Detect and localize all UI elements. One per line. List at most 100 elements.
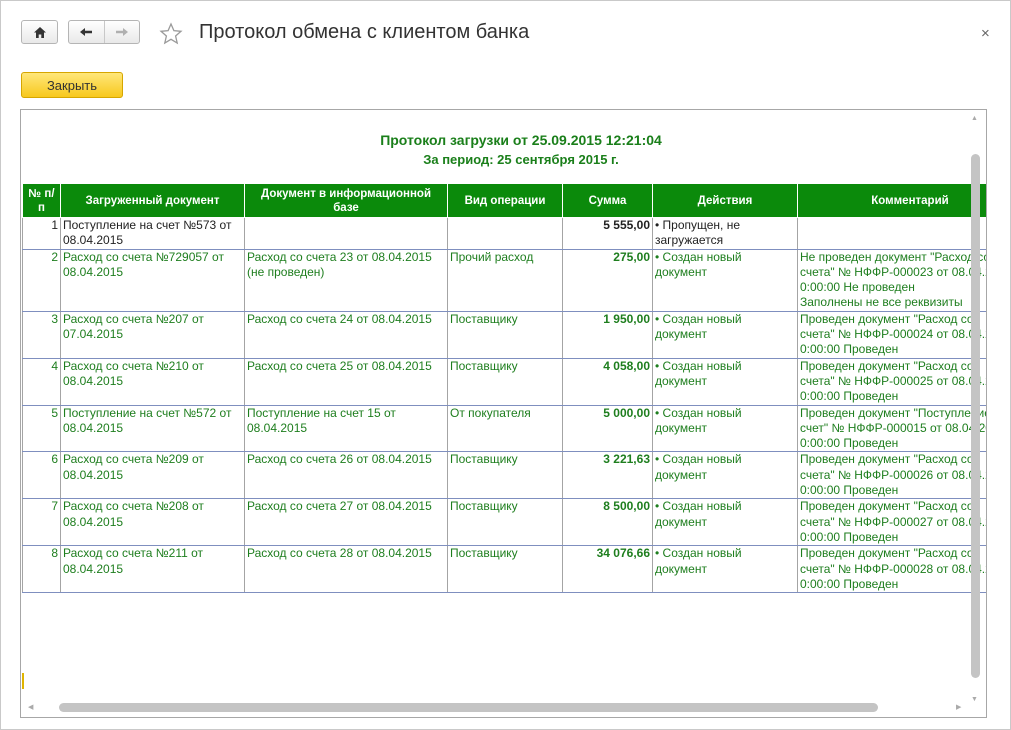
home-button[interactable] bbox=[21, 20, 58, 44]
action: • Пропущен, не загружается bbox=[652, 217, 798, 250]
comment-line: счета" № НФФР-000027 от 08.04.2015 bbox=[800, 514, 986, 529]
comment-line: 0:00:00 Не проведен bbox=[800, 280, 915, 295]
ib-document bbox=[244, 217, 448, 250]
row-number: 1 bbox=[22, 217, 61, 250]
action: • Создан новый документ bbox=[652, 405, 798, 453]
comment-line: 0:00:00 Проведен bbox=[800, 483, 899, 498]
scroll-down-arrow-icon[interactable]: ▼ bbox=[971, 696, 978, 703]
comment-line: 0:00:00 Проведен bbox=[800, 389, 899, 404]
table-row[interactable]: 8 Расход со счета №211 от 08.04.2015 Рас… bbox=[22, 545, 986, 594]
loaded-document[interactable]: Расход со счета №209 от 08.04.2015 bbox=[60, 451, 245, 500]
comment-line: Проведен документ "Расход со bbox=[800, 452, 974, 467]
close-icon[interactable]: × bbox=[981, 25, 990, 42]
operation-type: От покупателя bbox=[447, 405, 563, 453]
row-number: 4 bbox=[22, 358, 61, 406]
arrow-left-icon bbox=[80, 28, 93, 36]
comment-line: счета" № НФФР-000024 от 08.04.2015 bbox=[800, 327, 986, 342]
scroll-left-arrow-icon[interactable]: ◀ bbox=[28, 703, 33, 711]
table-row[interactable]: 2 Расход со счета №729057 от 08.04.2015 … bbox=[22, 249, 987, 312]
table-row[interactable]: 7 Расход со счета №208 от 08.04.2015 Рас… bbox=[22, 498, 986, 547]
report-area: Протокол загрузки от 25.09.2015 12:21:04… bbox=[20, 109, 987, 718]
row-number: 2 bbox=[22, 249, 61, 312]
table-row[interactable]: 4 Расход со счета №210 от 08.04.2015 Рас… bbox=[22, 358, 986, 406]
comment-line: 0:00:00 Проведен bbox=[800, 576, 899, 591]
amount: 8 500,00 bbox=[562, 498, 653, 547]
amount: 4 058,00 bbox=[562, 358, 653, 406]
loaded-document[interactable]: Расход со счета №208 от 08.04.2015 bbox=[60, 498, 245, 547]
table-row[interactable]: 5 Поступление на счет №572 от 08.04.2015… bbox=[22, 405, 987, 453]
row-number: 8 bbox=[22, 545, 61, 594]
vertical-scrollbar[interactable] bbox=[971, 154, 980, 678]
comment: Проведен документ "Расход со счета" № НФ… bbox=[797, 545, 986, 594]
scroll-up-arrow-icon[interactable]: ▲ bbox=[971, 115, 978, 122]
action: • Создан новый документ bbox=[652, 249, 798, 312]
comment: Проведен документ "Расход со счета" № НФ… bbox=[797, 311, 986, 359]
column-header[interactable]: Документ в информационной базе bbox=[244, 183, 448, 218]
operation-type bbox=[447, 217, 563, 250]
amount: 275,00 bbox=[562, 249, 653, 312]
arrow-right-icon bbox=[115, 28, 128, 36]
comment-line: 0:00:00 Проведен bbox=[800, 342, 899, 357]
comment-line: счета" № НФФР-000026 от 08.04.2015 bbox=[800, 467, 986, 482]
comment-line: 0:00:00 Проведен bbox=[800, 436, 899, 451]
operation-type: Поставщику bbox=[447, 498, 563, 547]
column-header[interactable]: Сумма bbox=[562, 183, 653, 218]
ib-document[interactable]: Расход со счета 26 от 08.04.2015 bbox=[244, 451, 448, 500]
row-number: 6 bbox=[22, 451, 61, 500]
loaded-document[interactable]: Расход со счета №210 от 08.04.2015 bbox=[60, 358, 245, 406]
loaded-document[interactable]: Расход со счета №729057 от 08.04.2015 bbox=[60, 249, 245, 312]
loaded-document[interactable]: Расход со счета №207 от 07.04.2015 bbox=[60, 311, 245, 359]
close-button[interactable]: Закрыть bbox=[21, 72, 123, 98]
ib-document[interactable]: Поступление на счет 15 от 08.04.2015 bbox=[244, 405, 448, 453]
column-header[interactable]: Вид операции bbox=[447, 183, 563, 218]
ib-document[interactable]: Расход со счета 27 от 08.04.2015 bbox=[244, 498, 448, 547]
comment: Проведен документ "Расход со счета" № НФ… bbox=[797, 358, 986, 406]
ib-document[interactable]: Расход со счета 25 от 08.04.2015 bbox=[244, 358, 448, 406]
amount: 5 000,00 bbox=[562, 405, 653, 453]
amount: 1 950,00 bbox=[562, 311, 653, 359]
column-header[interactable]: Действия bbox=[652, 183, 798, 218]
scroll-right-arrow-icon[interactable]: ▶ bbox=[956, 703, 961, 711]
comment-line: Проведен документ "Расход со bbox=[800, 311, 974, 326]
column-header[interactable]: № п/п bbox=[22, 183, 61, 218]
operation-type: Поставщику bbox=[447, 311, 563, 359]
comment-line: Проведен документ "Расход со bbox=[800, 358, 974, 373]
text-cursor bbox=[22, 673, 24, 689]
operation-type: Поставщику bbox=[447, 451, 563, 500]
comment-line: счета" № НФФР-000023 от 08.04.2015 bbox=[800, 264, 986, 279]
ib-document[interactable]: Расход со счета 24 от 08.04.2015 bbox=[244, 311, 448, 359]
amount: 5 555,00 bbox=[562, 217, 653, 250]
row-number: 3 bbox=[22, 311, 61, 359]
table-row[interactable]: 3 Расход со счета №207 от 07.04.2015 Рас… bbox=[22, 311, 986, 359]
table-row[interactable]: 1 Поступление на счет №573 от 08.04.2015… bbox=[22, 217, 986, 250]
comment-line: счет" № НФФР-000015 от 08.04.2015 bbox=[800, 420, 987, 435]
row-number: 7 bbox=[22, 498, 61, 547]
back-button[interactable] bbox=[69, 21, 104, 43]
operation-type: Прочий расход bbox=[447, 249, 563, 312]
comment-line: Не проведен документ "Расход со bbox=[800, 249, 987, 264]
comment bbox=[797, 217, 986, 250]
loaded-document[interactable]: Расход со счета №211 от 08.04.2015 bbox=[60, 545, 245, 594]
action: • Создан новый документ bbox=[652, 358, 798, 406]
loaded-document[interactable]: Поступление на счет №572 от 08.04.2015 bbox=[60, 405, 245, 453]
comment-line: Проведен документ "Поступление на bbox=[800, 405, 987, 420]
operation-type: Поставщику bbox=[447, 358, 563, 406]
action: • Создан новый документ bbox=[652, 545, 798, 594]
favorite-button[interactable] bbox=[158, 21, 184, 47]
table-row[interactable]: 6 Расход со счета №209 от 08.04.2015 Рас… bbox=[22, 451, 986, 500]
loaded-document: Поступление на счет №573 от 08.04.2015 bbox=[60, 217, 245, 250]
comment-line: 0:00:00 Проведен bbox=[800, 529, 899, 544]
column-header[interactable]: Загруженный документ bbox=[60, 183, 245, 218]
column-header[interactable]: Комментарий bbox=[797, 183, 986, 218]
comment-line: счета" № НФФР-000025 от 08.04.2015 bbox=[800, 373, 986, 388]
comment-line: счета" № НФФР-000028 от 08.04.2015 bbox=[800, 561, 986, 576]
forward-button[interactable] bbox=[104, 21, 139, 43]
amount: 34 076,66 bbox=[562, 545, 653, 594]
report-period: За период: 25 сентября 2015 г. bbox=[423, 152, 619, 167]
horizontal-scrollbar[interactable] bbox=[59, 703, 878, 712]
ib-document[interactable]: Расход со счета 28 от 08.04.2015 bbox=[244, 545, 448, 594]
page-title: Протокол обмена с клиентом банка bbox=[199, 21, 530, 43]
comment-line: Проведен документ "Расход со bbox=[800, 546, 974, 561]
row-number: 5 bbox=[22, 405, 61, 453]
ib-document[interactable]: Расход со счета 23 от 08.04.2015 (не про… bbox=[244, 249, 448, 312]
